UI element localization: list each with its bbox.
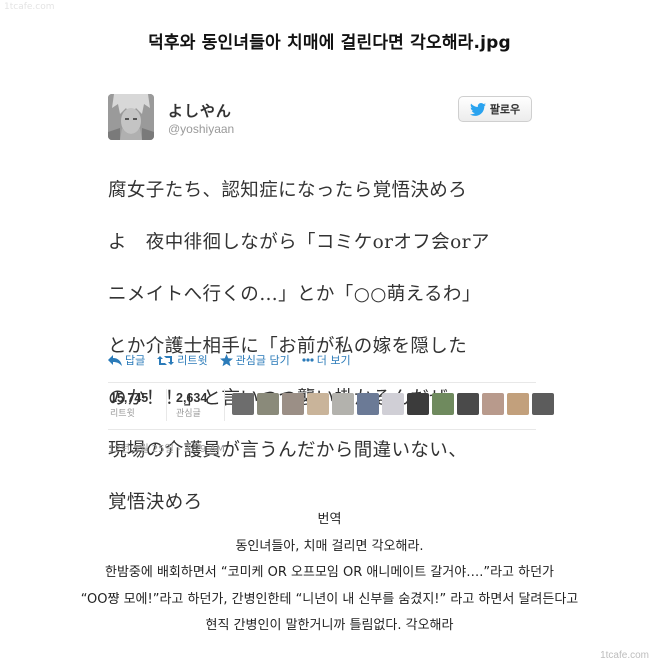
watermark-top: 1tcafe.com [4,2,55,12]
author-name[interactable]: よしやん [168,100,232,121]
favoriter-avatar[interactable] [307,393,329,415]
follow-label: 팔로우 [489,103,521,116]
reply-label: 답글 [125,354,146,367]
reply-button[interactable]: 답글 [108,352,145,368]
favoriter-avatar[interactable] [532,393,554,415]
translation-heading: 번역 [317,512,342,527]
tweet-actions: 답글 리트윗 관심글 담기 더 보기 [108,352,351,368]
more-dots-icon [302,358,314,362]
tweet-stats: 15,745 리트윗 2,634 관심글 [108,382,554,430]
post-title: 덕후와 동인녀들아 치매에 걸린다면 각오해라.jpg [148,33,511,53]
favoriter-avatar[interactable] [382,393,404,415]
favoriter-avatar[interactable] [432,393,454,415]
favoriter-avatar[interactable] [357,393,379,415]
watermark-bottom: 1tcafe.com [600,650,649,661]
favoriter-avatar[interactable] [282,393,304,415]
favoriter-avatar[interactable] [507,393,529,415]
favoriter-avatar[interactable] [257,393,279,415]
stat-divider [224,389,225,421]
more-label: 더 보기 [316,354,351,367]
favoriter-avatar[interactable] [407,393,429,415]
twitter-bird-icon [469,102,486,116]
retweet-icon [157,355,175,365]
tweet-timestamp[interactable]: 12년 5월 25일 - 3:29 AM [108,440,225,455]
author-handle[interactable]: @yoshiyaan [168,122,234,136]
favorite-label: 관심글 담기 [235,354,290,367]
retweet-button[interactable]: 리트윗 [157,352,208,368]
translation-line: 현직 간병인이 말한거니까 틀림없다. 각오해라 [205,618,454,633]
more-button[interactable]: 더 보기 [302,352,351,368]
favoriter-avatar[interactable] [457,393,479,415]
tweet-card: よしやん @yoshiyaan 팔로우 腐女子たち、認知症になったら覚悟決めろ … [108,94,554,513]
favorite-stat[interactable]: 2,634 관심글 [176,391,207,419]
translation-line: “OO쨩 모에!”라고 하던가, 간병인한테 “니년이 내 신부를 숨겼지!” … [80,591,579,607]
tweet-text: 腐女子たち、認知症になったら覚悟決めろ よ 夜中徘徊しながら「コミケorオフ会o… [108,152,538,542]
reply-icon [108,354,122,366]
avatar[interactable] [108,94,154,140]
favorite-count: 2,634 [176,391,208,405]
retweet-stat[interactable]: 15,745 리트윗 [110,391,148,419]
favorite-button[interactable]: 관심글 담기 [219,352,290,368]
favoriter-avatars [232,393,554,415]
favoriter-avatar[interactable] [332,393,354,415]
retweet-stat-label: 리트윗 [110,409,135,419]
favorite-stat-label: 관심글 [176,409,201,419]
translation-line: 동인녀들아, 치매 걸리면 각오해라. [235,538,424,554]
tweet-line: よ 夜中徘徊しながら「コミケorオフ会orア [108,232,490,253]
favoriter-avatar[interactable] [232,393,254,415]
retweet-label: 리트윗 [177,354,208,367]
avatar-statue-image [108,94,154,140]
stat-divider [166,389,167,421]
star-icon [219,353,233,366]
tweet-line: ニメイトへ行くの…」とか「○○萌えるわ」 [108,284,481,305]
tweet-line: 腐女子たち、認知症になったら覚悟決めろ [108,180,468,201]
retweet-count: 15,745 [110,391,149,405]
translation-block: 번역 동인녀들아, 치매 걸리면 각오해라. 한밤중에 배회하면서 “코미케 O… [0,507,659,640]
translation-line: 한밤중에 배회하면서 “코미케 OR 오프모임 OR 애니메이트 갈거야….”라… [104,565,555,580]
favoriter-avatar[interactable] [482,393,504,415]
follow-button[interactable]: 팔로우 [458,96,532,122]
